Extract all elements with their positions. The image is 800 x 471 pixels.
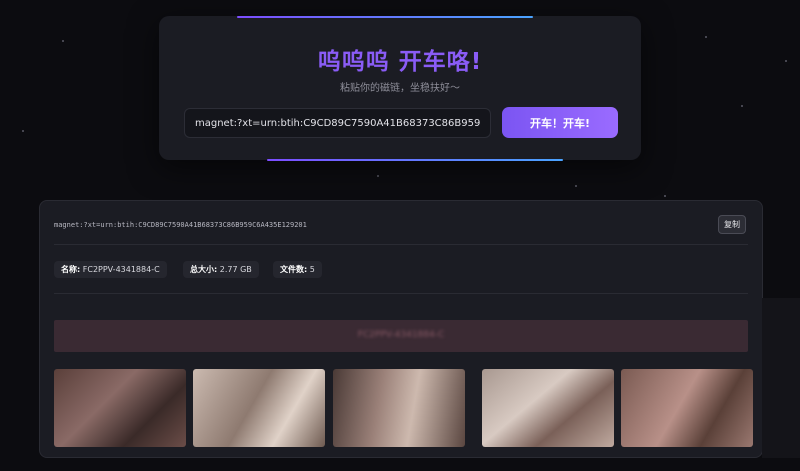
result-panel: magnet:?xt=urn:btih:C9CD89C7590A41B68373… <box>39 200 763 458</box>
name-chip: 名称: FC2PPV-4341884-C <box>54 261 167 278</box>
page-title: 呜呜呜 开车咯! <box>317 49 483 75</box>
card-bottom-glow <box>267 159 563 161</box>
pixelated-edge <box>762 298 800 458</box>
size-value: 2.77 GB <box>219 265 252 274</box>
card-top-glow <box>237 16 533 18</box>
preview-banner: FC2PPV-4341884-C <box>54 320 748 352</box>
size-chip: 总大小: 2.77 GB <box>183 261 259 278</box>
preview-thumbnail[interactable] <box>482 369 614 447</box>
size-key: 总大小: <box>190 265 218 274</box>
file-count-value: 5 <box>309 265 315 274</box>
divider <box>54 293 748 294</box>
preview-thumbnail[interactable] <box>193 369 325 447</box>
file-count-chip: 文件数: 5 <box>273 261 322 278</box>
divider <box>54 244 748 245</box>
preview-thumbnail[interactable] <box>621 369 753 447</box>
magnet-input[interactable] <box>184 108 491 138</box>
name-key: 名称: <box>61 265 81 274</box>
name-value: FC2PPV-4341884-C <box>82 265 160 274</box>
copy-button[interactable]: 复制 <box>718 215 746 234</box>
banner-text: FC2PPV-4341884-C <box>357 330 445 340</box>
preview-thumbnail[interactable] <box>54 369 186 447</box>
page-subtitle: 粘贴你的磁链，坐稳扶好～ <box>340 83 460 94</box>
start-button[interactable]: 开车！开车! <box>502 107 618 138</box>
result-magnet-link: magnet:?xt=urn:btih:C9CD89C7590A41B68373… <box>54 221 307 229</box>
magnet-input-card: 呜呜呜 开车咯! 粘贴你的磁链，坐稳扶好～ 开车！开车! <box>159 16 641 161</box>
file-count-key: 文件数: <box>280 265 308 274</box>
preview-thumbnail[interactable] <box>333 369 465 447</box>
